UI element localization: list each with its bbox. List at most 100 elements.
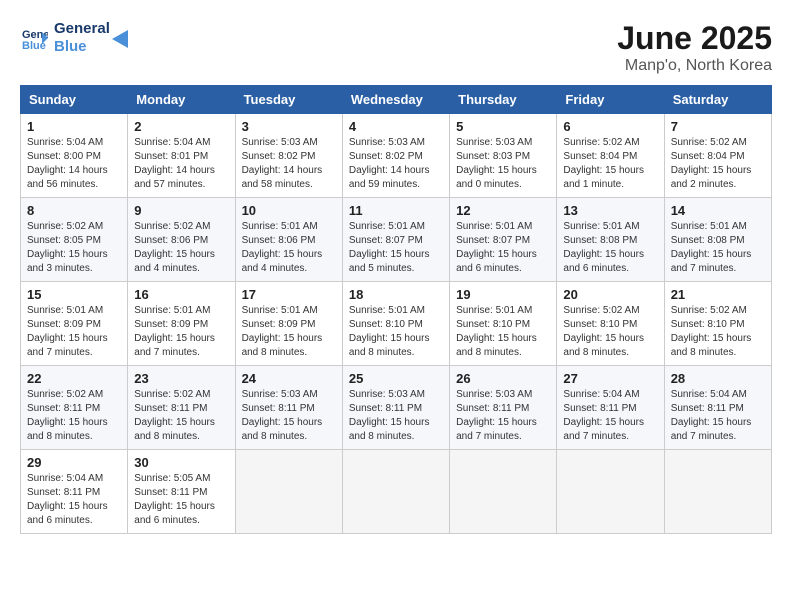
day-info: Sunrise: 5:03 AM Sunset: 8:11 PM Dayligh…: [456, 388, 550, 444]
calendar-cell: 19Sunrise: 5:01 AM Sunset: 8:10 PM Dayli…: [450, 282, 557, 366]
day-number: 12: [456, 203, 550, 218]
day-info: Sunrise: 5:01 AM Sunset: 8:10 PM Dayligh…: [349, 304, 443, 360]
calendar-week-row: 29 Sunrise: 5:04 AM Sunset: 8:11 PM Dayli…: [21, 450, 772, 534]
calendar-cell: 6Sunrise: 5:02 AM Sunset: 8:04 PM Daylig…: [557, 114, 664, 198]
day-number: 3: [242, 119, 336, 134]
calendar-cell: 26 Sunrise: 5:03 AM Sunset: 8:11 PM Dayli…: [450, 366, 557, 450]
calendar-cell: 16 Sunrise: 5:01 AM Sunset: 8:09 PM Dayli…: [128, 282, 235, 366]
calendar-cell: 5 Sunrise: 5:03 AM Sunset: 8:03 PM Daylig…: [450, 114, 557, 198]
day-info: Sunrise: 5:03 AM Sunset: 8:11 PM Dayligh…: [242, 388, 336, 444]
day-of-week-header: Friday: [557, 86, 664, 114]
calendar-cell: 17 Sunrise: 5:01 AM Sunset: 8:09 PM Dayli…: [235, 282, 342, 366]
day-number: 5: [456, 119, 550, 134]
day-info: Sunrise: 5:01 AM Sunset: 8:06 PM Dayligh…: [242, 220, 336, 276]
day-info: Sunrise: 5:04 AM Sunset: 8:11 PM Dayligh…: [27, 472, 121, 528]
day-number: 16: [134, 287, 228, 302]
calendar-cell: 9Sunrise: 5:02 AM Sunset: 8:06 PM Daylig…: [128, 198, 235, 282]
day-number: 27: [563, 371, 657, 386]
day-number: 28: [671, 371, 765, 386]
day-number: 4: [349, 119, 443, 134]
calendar-cell: 23 Sunrise: 5:02 AM Sunset: 8:11 PM Dayli…: [128, 366, 235, 450]
calendar-cell: 29 Sunrise: 5:04 AM Sunset: 8:11 PM Dayli…: [21, 450, 128, 534]
day-info: Sunrise: 5:01 AM Sunset: 8:08 PM Dayligh…: [671, 220, 765, 276]
logo: General Blue General Blue: [20, 20, 132, 56]
title-block: June 2025 Manp'o, North Korea: [617, 20, 772, 75]
day-number: 26: [456, 371, 550, 386]
day-number: 21: [671, 287, 765, 302]
day-number: 14: [671, 203, 765, 218]
day-info: Sunrise: 5:01 AM Sunset: 8:09 PM Dayligh…: [27, 304, 121, 360]
calendar-week-row: 15 Sunrise: 5:01 AM Sunset: 8:09 PM Dayli…: [21, 282, 772, 366]
calendar-cell: 27 Sunrise: 5:04 AM Sunset: 8:11 PM Dayli…: [557, 366, 664, 450]
day-number: 9: [134, 203, 228, 218]
day-info: Sunrise: 5:02 AM Sunset: 8:11 PM Dayligh…: [27, 388, 121, 444]
calendar-week-row: 8 Sunrise: 5:02 AM Sunset: 8:05 PM Daylig…: [21, 198, 772, 282]
day-info: Sunrise: 5:01 AM Sunset: 8:07 PM Dayligh…: [349, 220, 443, 276]
day-of-week-header: Thursday: [450, 86, 557, 114]
calendar-cell: 15 Sunrise: 5:01 AM Sunset: 8:09 PM Dayli…: [21, 282, 128, 366]
calendar-cell: 14 Sunrise: 5:01 AM Sunset: 8:08 PM Dayli…: [664, 198, 771, 282]
calendar-cell: 18 Sunrise: 5:01 AM Sunset: 8:10 PM Dayli…: [342, 282, 449, 366]
calendar-cell: 12 Sunrise: 5:01 AM Sunset: 8:07 PM Dayli…: [450, 198, 557, 282]
calendar-cell: [664, 450, 771, 534]
calendar-cell: 24 Sunrise: 5:03 AM Sunset: 8:11 PM Dayli…: [235, 366, 342, 450]
day-of-week-header: Monday: [128, 86, 235, 114]
day-info: Sunrise: 5:02 AM Sunset: 8:10 PM Dayligh…: [563, 304, 657, 360]
logo-arrow: [112, 30, 132, 48]
calendar-cell: 30Sunrise: 5:05 AM Sunset: 8:11 PM Dayli…: [128, 450, 235, 534]
calendar-cell: 20 Sunrise: 5:02 AM Sunset: 8:10 PM Dayli…: [557, 282, 664, 366]
day-of-week-header: Sunday: [21, 86, 128, 114]
calendar-cell: 13 Sunrise: 5:01 AM Sunset: 8:08 PM Dayli…: [557, 198, 664, 282]
day-info: Sunrise: 5:01 AM Sunset: 8:09 PM Dayligh…: [134, 304, 228, 360]
day-info: Sunrise: 5:02 AM Sunset: 8:10 PM Dayligh…: [671, 304, 765, 360]
calendar-week-row: 22 Sunrise: 5:02 AM Sunset: 8:11 PM Dayli…: [21, 366, 772, 450]
day-info: Sunrise: 5:03 AM Sunset: 8:03 PM Dayligh…: [456, 136, 550, 192]
day-of-week-header: Saturday: [664, 86, 771, 114]
day-number: 20: [563, 287, 657, 302]
day-info: Sunrise: 5:03 AM Sunset: 8:02 PM Dayligh…: [242, 136, 336, 192]
day-info: Sunrise: 5:04 AM Sunset: 8:01 PM Dayligh…: [134, 136, 228, 192]
day-number: 29: [27, 455, 121, 470]
calendar-cell: 1Sunrise: 5:04 AM Sunset: 8:00 PM Daylig…: [21, 114, 128, 198]
day-of-week-header: Wednesday: [342, 86, 449, 114]
day-number: 30: [134, 455, 228, 470]
day-of-week-header: Tuesday: [235, 86, 342, 114]
calendar-cell: [450, 450, 557, 534]
calendar-table: SundayMondayTuesdayWednesdayThursdayFrid…: [20, 85, 772, 534]
calendar-cell: 7 Sunrise: 5:02 AM Sunset: 8:04 PM Daylig…: [664, 114, 771, 198]
calendar-cell: 21 Sunrise: 5:02 AM Sunset: 8:10 PM Dayli…: [664, 282, 771, 366]
day-info: Sunrise: 5:02 AM Sunset: 8:04 PM Dayligh…: [671, 136, 765, 192]
logo-blue: Blue: [54, 38, 110, 56]
day-info: Sunrise: 5:01 AM Sunset: 8:09 PM Dayligh…: [242, 304, 336, 360]
calendar-cell: [342, 450, 449, 534]
calendar-cell: 11Sunrise: 5:01 AM Sunset: 8:07 PM Dayli…: [342, 198, 449, 282]
page-subtitle: Manp'o, North Korea: [617, 57, 772, 75]
day-number: 17: [242, 287, 336, 302]
day-number: 18: [349, 287, 443, 302]
day-info: Sunrise: 5:01 AM Sunset: 8:08 PM Dayligh…: [563, 220, 657, 276]
day-info: Sunrise: 5:02 AM Sunset: 8:11 PM Dayligh…: [134, 388, 228, 444]
day-number: 24: [242, 371, 336, 386]
day-info: Sunrise: 5:02 AM Sunset: 8:04 PM Dayligh…: [563, 136, 657, 192]
logo-general: General: [54, 20, 110, 38]
page-header: General Blue General Blue June 2025 Manp…: [20, 20, 772, 75]
day-info: Sunrise: 5:01 AM Sunset: 8:07 PM Dayligh…: [456, 220, 550, 276]
day-info: Sunrise: 5:03 AM Sunset: 8:11 PM Dayligh…: [349, 388, 443, 444]
day-number: 19: [456, 287, 550, 302]
calendar-header-row: SundayMondayTuesdayWednesdayThursdayFrid…: [21, 86, 772, 114]
day-number: 23: [134, 371, 228, 386]
day-number: 13: [563, 203, 657, 218]
calendar-cell: 3 Sunrise: 5:03 AM Sunset: 8:02 PM Daylig…: [235, 114, 342, 198]
day-info: Sunrise: 5:02 AM Sunset: 8:05 PM Dayligh…: [27, 220, 121, 276]
day-number: 1: [27, 119, 121, 134]
day-number: 8: [27, 203, 121, 218]
day-info: Sunrise: 5:04 AM Sunset: 8:11 PM Dayligh…: [563, 388, 657, 444]
calendar-cell: [557, 450, 664, 534]
day-number: 15: [27, 287, 121, 302]
day-info: Sunrise: 5:03 AM Sunset: 8:02 PM Dayligh…: [349, 136, 443, 192]
day-number: 7: [671, 119, 765, 134]
day-number: 22: [27, 371, 121, 386]
calendar-cell: 2Sunrise: 5:04 AM Sunset: 8:01 PM Daylig…: [128, 114, 235, 198]
day-number: 25: [349, 371, 443, 386]
calendar-cell: 8 Sunrise: 5:02 AM Sunset: 8:05 PM Daylig…: [21, 198, 128, 282]
